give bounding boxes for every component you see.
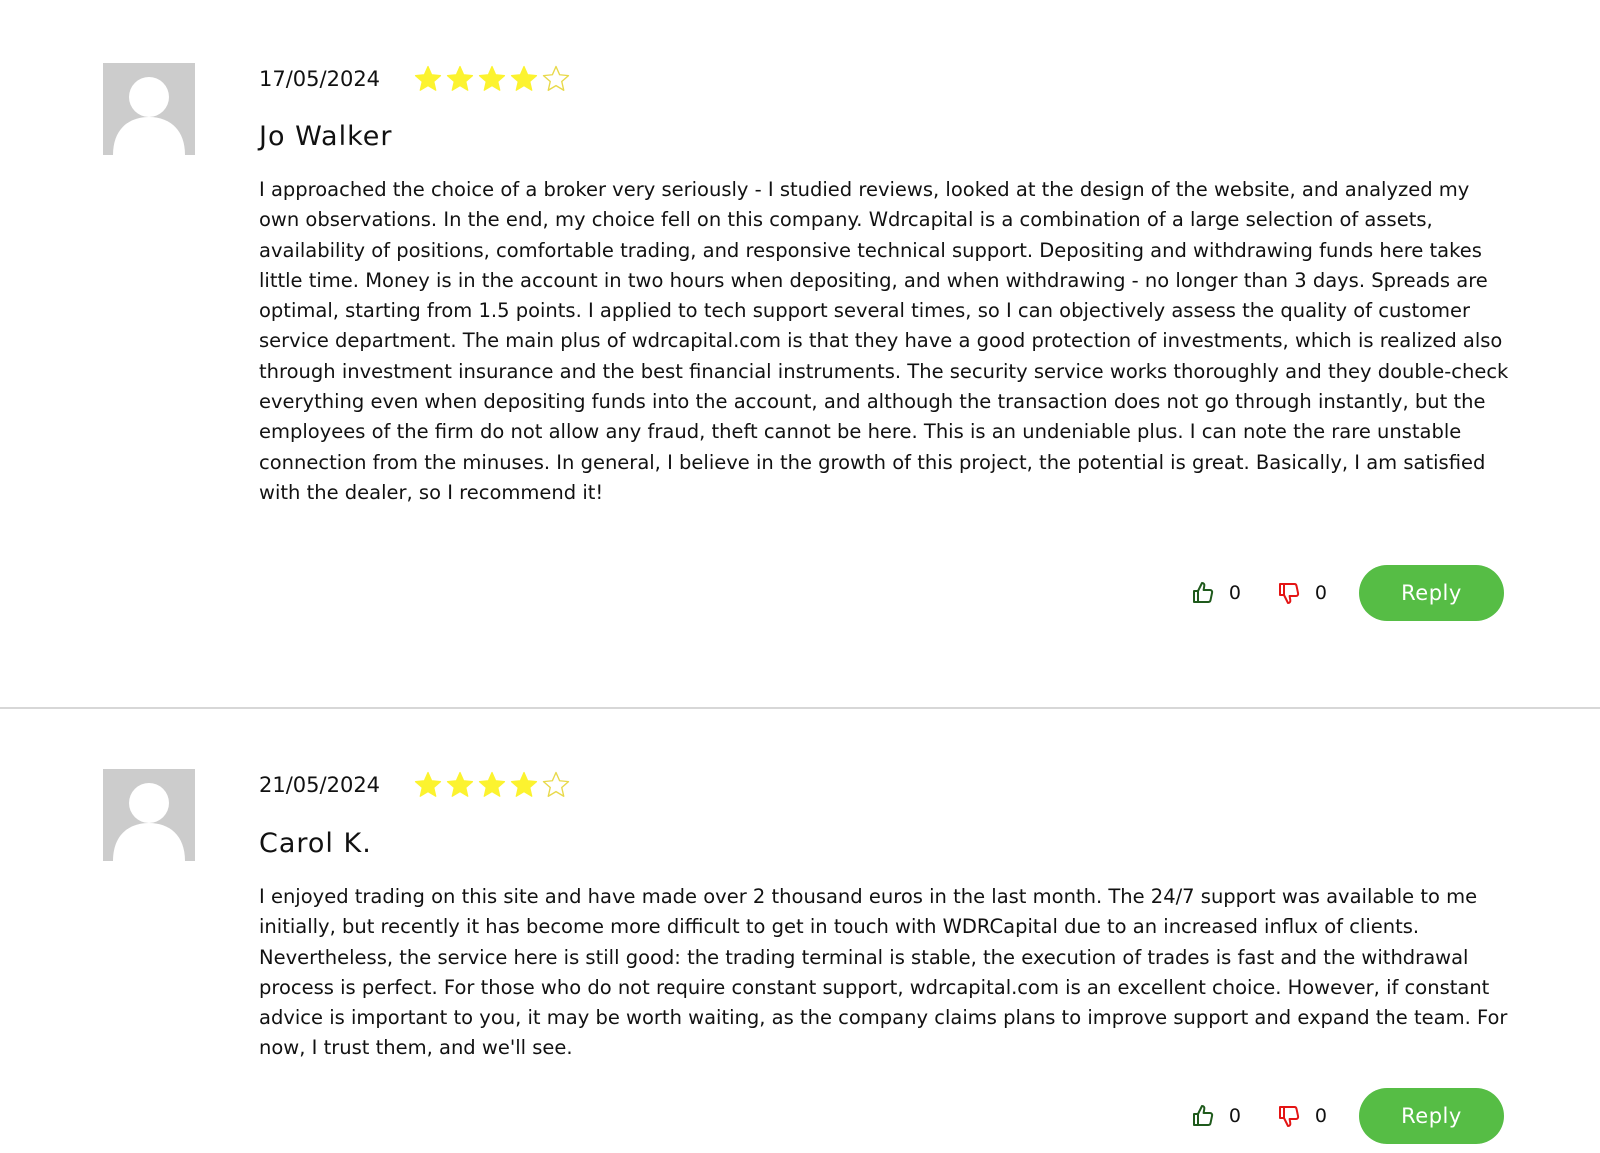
review-card: 21/05/2024 Carol K. I enjoyed trading on…	[0, 708, 1600, 1153]
avatar-icon	[103, 769, 195, 861]
dislike-button[interactable]: 0	[1277, 581, 1327, 605]
star-empty-icon	[542, 771, 570, 797]
star-filled-icon	[478, 65, 506, 91]
avatar-icon	[103, 63, 195, 155]
star-empty-icon	[542, 65, 570, 91]
review-author: Carol K.	[259, 828, 372, 859]
dislike-count: 0	[1314, 582, 1327, 604]
review-text: I approached the choice of a broker very…	[259, 178, 1509, 504]
review-actions: 0 0 Reply	[1191, 565, 1504, 621]
thumbs-up-icon	[1191, 1104, 1215, 1128]
review-date: 21/05/2024	[259, 773, 381, 797]
star-filled-icon	[414, 771, 442, 797]
star-filled-icon	[478, 771, 506, 797]
thumbs-down-icon	[1277, 581, 1301, 605]
thumbs-down-icon	[1277, 1104, 1301, 1128]
dislike-button[interactable]: 0	[1277, 1104, 1327, 1128]
like-count: 0	[1228, 1105, 1241, 1127]
review-meta: 17/05/2024	[259, 62, 571, 96]
thumbs-up-icon	[1191, 581, 1215, 605]
review-card: 17/05/2024 Jo Walker I approached the ch…	[0, 0, 1600, 708]
star-filled-icon	[446, 65, 474, 91]
dislike-count: 0	[1314, 1105, 1327, 1127]
review-date: 17/05/2024	[259, 67, 381, 91]
review-actions: 0 0 Reply	[1191, 1088, 1504, 1144]
star-filled-icon	[510, 65, 538, 91]
review-author: Jo Walker	[259, 121, 393, 152]
star-filled-icon	[414, 65, 442, 91]
star-filled-icon	[510, 771, 538, 797]
reviews-page: 17/05/2024 Jo Walker I approached the ch…	[0, 0, 1600, 1153]
star-filled-icon	[446, 771, 474, 797]
reply-button[interactable]: Reply	[1359, 565, 1504, 621]
like-button[interactable]: 0	[1191, 1104, 1241, 1128]
like-count: 0	[1228, 582, 1241, 604]
review-text: I enjoyed trading on this site and have …	[259, 885, 1508, 1060]
star-rating	[413, 64, 571, 94]
star-rating	[413, 770, 571, 800]
review-meta: 21/05/2024	[259, 768, 571, 802]
like-button[interactable]: 0	[1191, 581, 1241, 605]
reply-button[interactable]: Reply	[1359, 1088, 1504, 1144]
